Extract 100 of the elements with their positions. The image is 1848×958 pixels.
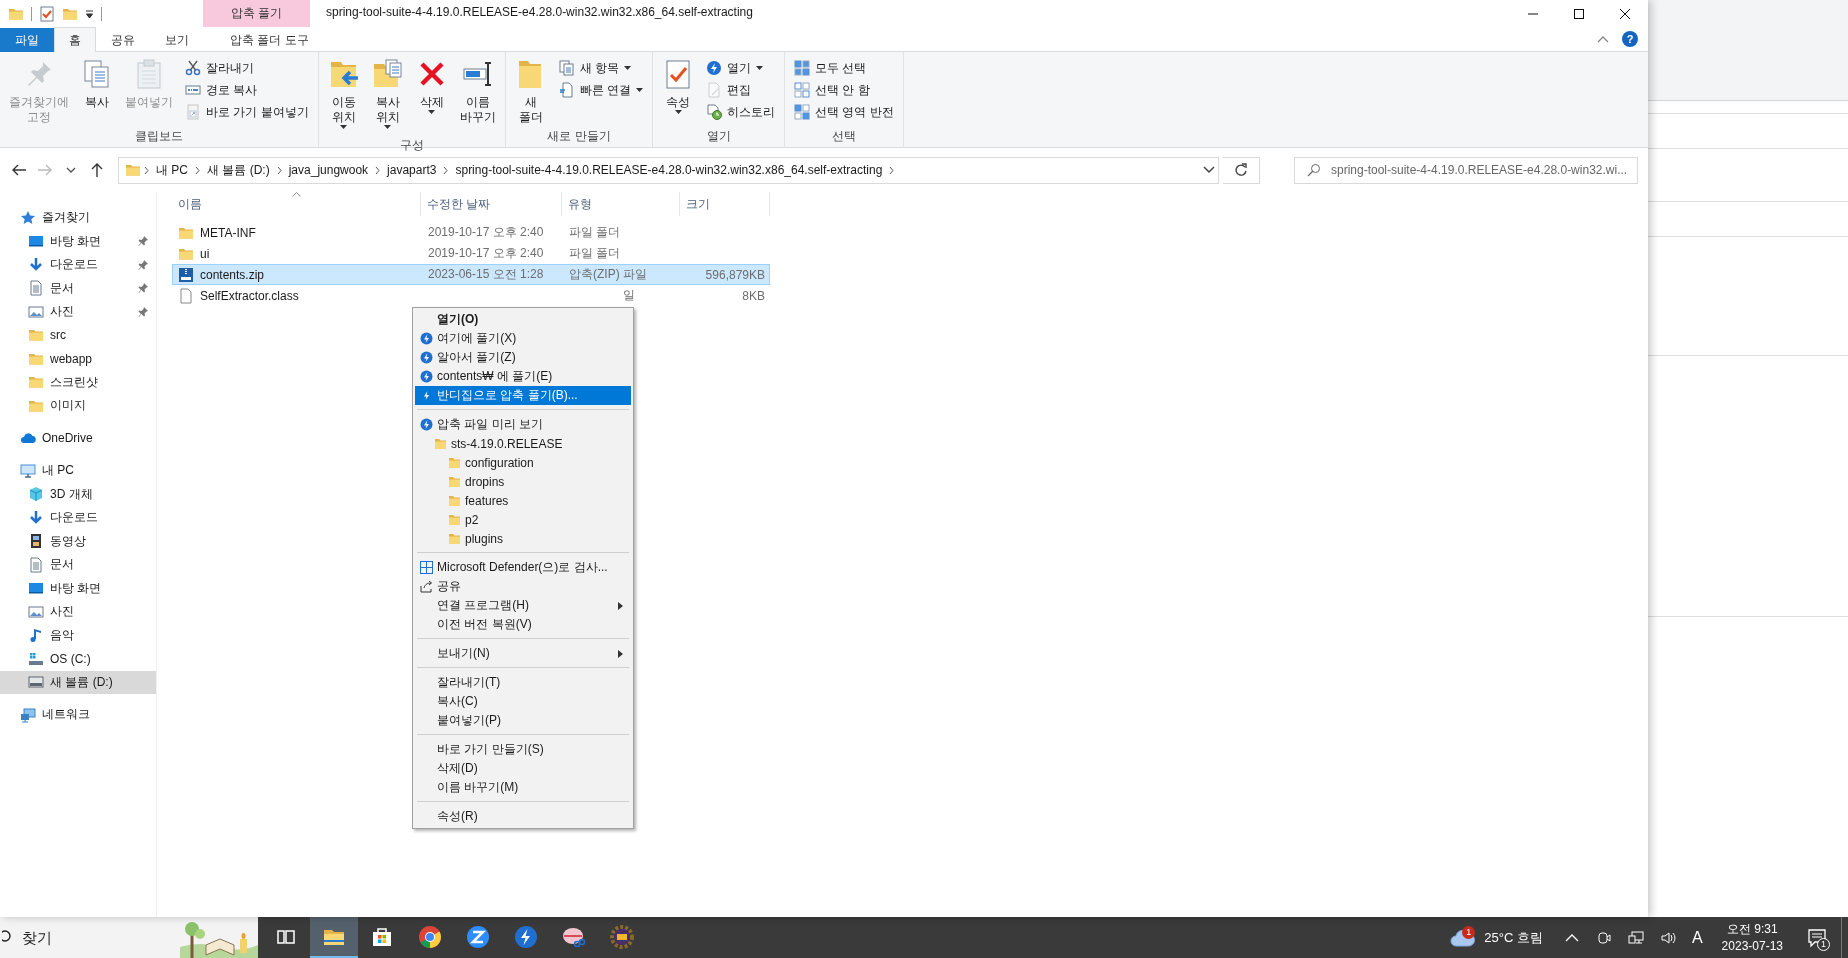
menu-item[interactable]: 복사(C)	[415, 692, 631, 711]
file-row[interactable]: META-INF 2019-10-17 오후 2:40 파일 폴더	[172, 222, 770, 243]
sidebar-item[interactable]: 네트워크	[0, 703, 156, 727]
column-header[interactable]: 수정한 날짜	[421, 192, 562, 216]
ribbon-tab[interactable]: 압축 폴더 도구	[216, 28, 323, 52]
ribbon-button[interactable]: 복사	[78, 56, 116, 112]
notifications-button[interactable]: 1	[1799, 927, 1835, 948]
menu-item[interactable]: dropins	[415, 472, 631, 491]
sidebar-item[interactable]: 문서	[0, 553, 156, 577]
menu-item[interactable]: contents₩ 에 풀기(E)	[415, 367, 631, 386]
menu-item[interactable]: 열기(O)	[415, 310, 631, 329]
breadcrumb-item[interactable]: spring-tool-suite-4-4.19.0.RELEASE-e4.28.0-win32.win32.x86_64.self-extracting	[451, 163, 887, 177]
ribbon-button[interactable]: 선택 영역 반전	[791, 102, 897, 122]
menu-item[interactable]: 알아서 풀기(Z)	[415, 348, 631, 367]
address-bar[interactable]: 내 PC 새 볼륨 (D:) java_jungwook javapart3 spring-tool-suite-4-4.19.0.RELEASE-e4.28.0-win32.win32.x86_64.self-extracting	[118, 156, 1219, 184]
sidebar-item[interactable]: 음악	[0, 623, 156, 647]
back-arrow-icon	[11, 162, 27, 178]
ribbon-button[interactable]: 이름 바꾸기	[456, 56, 499, 127]
sidebar-item[interactable]: 다운로드	[0, 253, 156, 277]
ribbon-button[interactable]: 경로 복사	[182, 80, 312, 100]
grid-icon	[794, 104, 810, 120]
menu-item[interactable]: features	[415, 491, 631, 510]
help-button[interactable]: ?	[1622, 31, 1638, 47]
breadcrumb-item[interactable]: javapart3	[383, 163, 441, 177]
menu-item[interactable]: 삭제(D)	[415, 759, 631, 778]
menu-item[interactable]: 이름 바꾸기(M)	[415, 778, 631, 797]
sidebar-item[interactable]: 즐겨찾기	[0, 206, 156, 230]
gear-icon	[610, 924, 634, 949]
ribbon-button[interactable]: 속성	[659, 56, 697, 121]
ribbon-button[interactable]: 모두 선택	[791, 58, 897, 78]
sidebar-item[interactable]: OS (C:)	[0, 647, 156, 671]
sidebar-item[interactable]: 이미지	[0, 394, 156, 418]
shortcut-icon	[185, 104, 201, 120]
sidebar-item[interactable]: OneDrive	[0, 426, 156, 450]
ribbon-button[interactable]: 새 폴더	[511, 56, 550, 127]
menu-item[interactable]: 여기에 풀기(X)	[415, 329, 631, 348]
weather-button[interactable]: 1 25°C 흐림	[1442, 928, 1551, 947]
sidebar-item[interactable]: 사진	[0, 300, 156, 324]
menu-item[interactable]: 바로 가기 만들기(S)	[415, 740, 631, 759]
sidebar-item[interactable]: 사진	[0, 600, 156, 624]
file-row[interactable]: ui 2019-10-17 오후 2:40 파일 폴더	[172, 243, 770, 264]
column-header[interactable]: 크기	[680, 192, 770, 216]
input-mode-button[interactable]: A	[1688, 925, 1706, 950]
ribbon-button[interactable]: 새 항목	[555, 58, 646, 78]
file-row[interactable]: contents.zip 2023-06-15 오전 1:28 압축(ZIP) 파일 596,879KB	[172, 264, 770, 285]
ribbon-tab[interactable]: 파일	[0, 28, 54, 52]
ribbon-tab[interactable]: 보기	[150, 28, 204, 52]
menu-item[interactable]: 보내기(N)	[415, 644, 631, 663]
ribbon-button[interactable]: 빠른 연결	[555, 80, 646, 100]
sidebar-item[interactable]: 새 볼륨 (D:)	[0, 670, 156, 694]
clock-button[interactable]: 오전 9:31 2023-07-13	[1715, 920, 1789, 955]
submenu-arrow-icon	[618, 649, 623, 658]
menu-item[interactable]: sts-4.19.0.RELEASE	[415, 434, 631, 453]
search-field[interactable]: 찾기	[20, 928, 124, 947]
breadcrumb-item[interactable]: 내 PC	[152, 161, 192, 179]
breadcrumb-item[interactable]: 새 볼륨 (D:)	[203, 161, 274, 179]
column-header[interactable]: 이름	[172, 192, 421, 216]
ribbon-button[interactable]: 이동 위치	[324, 56, 363, 136]
menu-item[interactable]: 압축 파일 미리 보기	[415, 415, 631, 434]
menu-item[interactable]: 공유	[415, 577, 631, 596]
ribbon-button[interactable]: 삭제	[412, 56, 451, 121]
menu-item[interactable]: 연결 프로그램(H)	[415, 596, 631, 615]
sidebar-item[interactable]: webapp	[0, 347, 156, 371]
menu-item[interactable]: p2	[415, 510, 631, 529]
sidebar-item[interactable]: 내 PC	[0, 459, 156, 483]
sidebar-item[interactable]: 다운로드	[0, 506, 156, 530]
menu-item[interactable]: 붙여넣기(P)	[415, 711, 631, 730]
ribbon-button[interactable]: 열기	[703, 58, 778, 78]
ribbon-button[interactable]: 복사 위치	[368, 56, 407, 136]
column-header[interactable]: 유형	[562, 192, 680, 216]
menu-item[interactable]: plugins	[415, 529, 631, 548]
breadcrumb-item[interactable]: java_jungwook	[284, 163, 373, 177]
menu-item[interactable]: 속성(R)	[415, 807, 631, 826]
ribbon-tab[interactable]: 공유	[96, 28, 150, 52]
search-field[interactable]: spring-tool-suite-4-4.19.0.RELEASE-e4.28.0-win32.wi...	[1294, 156, 1638, 184]
sidebar-item[interactable]: 바탕 화면	[0, 576, 156, 600]
sidebar-item[interactable]: src	[0, 323, 156, 347]
menu-item[interactable]: configuration	[415, 453, 631, 472]
forward-arrow-icon	[37, 162, 53, 178]
file-row[interactable]: SelfExtractor.class 일 8KB	[172, 285, 770, 306]
menu-item[interactable]: Microsoft Defender(으)로 검사...	[415, 558, 631, 577]
sidebar-item[interactable]: 스크린샷	[0, 370, 156, 394]
menu-item[interactable]: 반디집으로 압축 풀기(B)...	[415, 386, 631, 405]
taskbar-app-button[interactable]	[310, 917, 358, 958]
ribbon-button[interactable]: 히스토리	[703, 102, 778, 122]
menu-item[interactable]: 이전 버전 복원(V)	[415, 615, 631, 634]
sidebar-item[interactable]: 문서	[0, 276, 156, 300]
ribbon-button[interactable]: 잘라내기	[182, 58, 312, 78]
group-label: 클립보드	[133, 128, 184, 145]
ribbon-button[interactable]: 선택 안 함	[791, 80, 897, 100]
refresh-button[interactable]	[1223, 156, 1260, 184]
sidebar-item[interactable]: 동영상	[0, 529, 156, 553]
browser-icon	[418, 924, 442, 949]
menu-item[interactable]: 잘라내기(T)	[415, 673, 631, 692]
film-icon	[28, 533, 44, 550]
folder-icon	[28, 374, 44, 391]
ribbon-tab[interactable]: 홈	[54, 27, 96, 52]
file-type: 일	[622, 287, 636, 304]
sidebar-item[interactable]: 바탕 화면	[0, 229, 156, 253]
sidebar-item[interactable]: 3D 개체	[0, 482, 156, 506]
